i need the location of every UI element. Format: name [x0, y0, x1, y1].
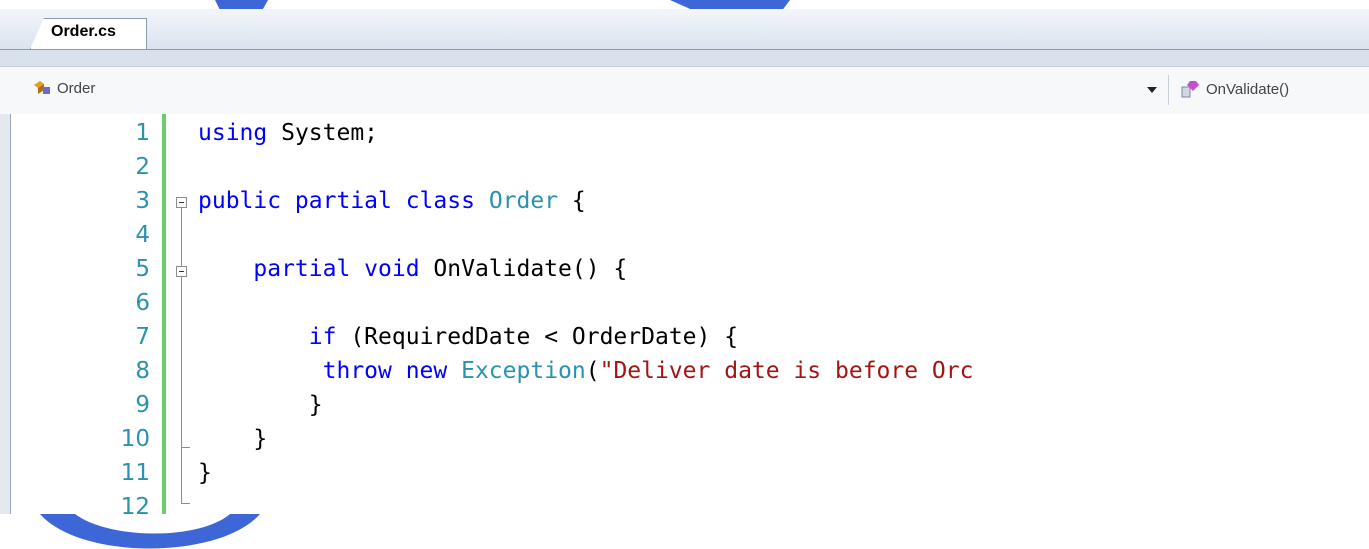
code-token: } — [198, 392, 323, 418]
document-tab-strip: Order.cs — [0, 9, 1369, 50]
code-line[interactable]: 1 using System; — [0, 118, 1369, 148]
code-token: (RequiredDate < OrderDate) { — [336, 324, 739, 350]
code-token: ( — [585, 358, 600, 384]
code-line[interactable]: 6 — [0, 288, 1369, 318]
code-text: if (RequiredDate < OrderDate) { — [198, 322, 738, 352]
code-text: throw new Exception("Deliver date is bef… — [198, 356, 974, 386]
code-token: public partial class — [198, 188, 475, 214]
code-token: } — [198, 426, 268, 452]
code-line[interactable]: 5 partial void OnValidate() { — [0, 254, 1369, 284]
code-line[interactable]: 10 } — [0, 424, 1369, 454]
code-token: partial void — [253, 256, 420, 282]
line-number: 4 — [135, 222, 150, 248]
member-selector-label: OnValidate() — [1206, 80, 1290, 98]
code-line[interactable]: 7 if (RequiredDate < OrderDate) { — [0, 322, 1369, 352]
class-selector-dropdown[interactable]: Order — [32, 79, 95, 97]
document-tab-label: Order.cs — [51, 23, 116, 40]
code-token: "Deliver date is before Orc — [599, 358, 974, 384]
code-line[interactable]: 2 — [0, 152, 1369, 182]
line-number: 7 — [135, 324, 150, 350]
line-number: 8 — [135, 358, 150, 384]
code-line[interactable]: 4 — [0, 220, 1369, 250]
line-number: 3 — [135, 188, 150, 214]
code-text: public partial class Order { — [198, 186, 586, 216]
line-number: 10 — [120, 426, 150, 452]
line-number: 11 — [120, 460, 150, 486]
line-number: 2 — [135, 154, 150, 180]
code-token: System; — [267, 120, 379, 146]
code-line[interactable]: 9 } — [0, 390, 1369, 420]
code-text: } — [198, 390, 323, 420]
code-token: using — [198, 120, 268, 146]
document-tab[interactable]: Order.cs — [30, 18, 147, 49]
code-token: Exception — [461, 358, 586, 384]
editor-window: Order.cs Order OnValidate() 1 using Syst… — [0, 9, 1369, 514]
navigation-bar: Order OnValidate() — [0, 66, 1369, 115]
line-number: 6 — [135, 290, 150, 316]
code-token: } — [198, 460, 212, 486]
chevron-down-icon[interactable] — [1147, 87, 1157, 93]
line-number: 9 — [135, 392, 150, 418]
code-token: throw new — [322, 358, 448, 384]
code-text: } — [198, 458, 212, 488]
member-selector-dropdown[interactable]: OnValidate() — [1180, 79, 1289, 99]
navbar-divider — [1168, 75, 1169, 105]
code-token: if — [308, 324, 337, 350]
code-text: using System; — [198, 118, 378, 148]
code-editor[interactable]: 1 using System; 2 3 public partial class Ord… — [0, 114, 1369, 514]
code-token: Order — [488, 188, 559, 214]
code-line[interactable]: 8 throw new Exception("Deliver date is b… — [0, 356, 1369, 386]
line-number: 1 — [135, 120, 150, 146]
class-icon — [34, 81, 50, 94]
code-text: partial void OnValidate() { — [198, 254, 627, 284]
code-line[interactable]: 3 public partial class Order { — [0, 186, 1369, 216]
code-token: OnValidate() { — [419, 256, 628, 282]
line-number: 5 — [135, 256, 150, 282]
class-selector-label: Order — [57, 79, 96, 97]
code-line[interactable]: 12 — [0, 492, 1369, 514]
code-token: { — [558, 188, 586, 214]
line-number: 12 — [120, 494, 150, 514]
code-line[interactable]: 11} — [0, 458, 1369, 488]
code-text: } — [198, 424, 267, 454]
method-icon — [1181, 81, 1199, 98]
